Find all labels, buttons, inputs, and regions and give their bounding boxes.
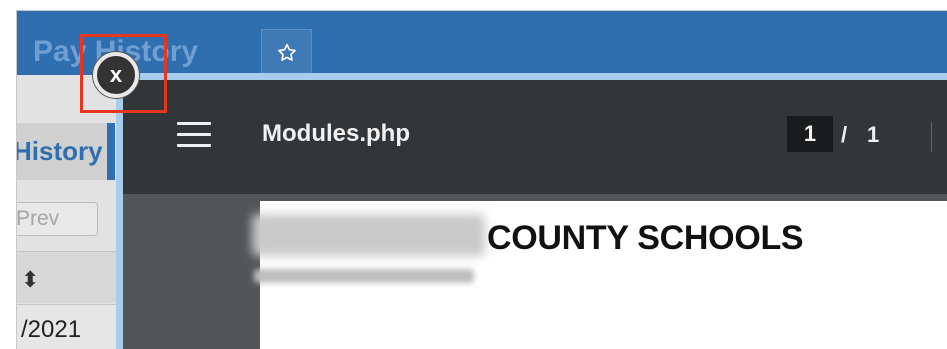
redacted-text xyxy=(252,214,485,256)
viewer-toolbar: Modules.php 1 / 1 xyxy=(123,80,947,194)
document-name: Modules.php xyxy=(262,120,410,147)
highlight-box xyxy=(80,34,167,113)
hamburger-menu-icon[interactable] xyxy=(177,122,211,148)
prev-button[interactable]: Prev xyxy=(17,202,98,236)
table-cell-date: /2021 xyxy=(21,316,82,343)
favorite-button[interactable] xyxy=(261,29,312,75)
tab-edge xyxy=(107,123,115,180)
total-pages: 1 xyxy=(867,122,880,147)
pdf-viewer: Modules.php 1 / 1 xyxy=(123,80,947,349)
redacted-address xyxy=(254,269,474,283)
page-separator: / xyxy=(841,122,848,147)
star-outline-icon xyxy=(277,43,296,61)
current-page-input[interactable]: 1 xyxy=(787,116,833,152)
toolbar-divider xyxy=(931,122,932,152)
sort-icon[interactable]: ⬍ xyxy=(21,267,39,293)
document-heading: COUNTY SCHOOLS xyxy=(487,219,804,257)
tab-history[interactable]: History xyxy=(17,123,107,180)
